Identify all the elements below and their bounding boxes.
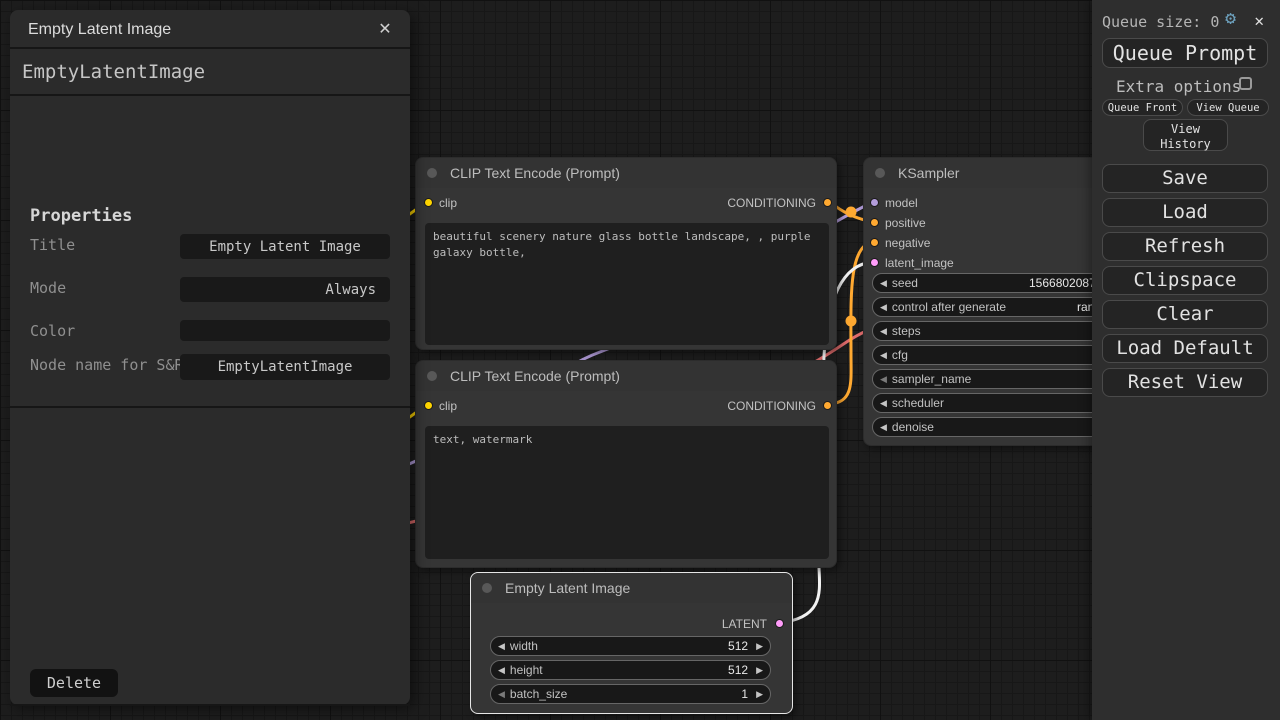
clip-input-label: clip	[439, 399, 457, 413]
increment-icon[interactable]: ▶	[756, 642, 763, 651]
mode-field-label: Mode	[30, 278, 185, 299]
widget-label: cfg	[892, 348, 908, 362]
link-dot-negative[interactable]	[846, 316, 857, 327]
color-field-label: Color	[30, 321, 185, 342]
decrement-icon[interactable]: ◀	[880, 375, 887, 384]
negative-input-port[interactable]	[870, 238, 879, 247]
decrement-icon[interactable]: ◀	[880, 351, 887, 360]
node-titlebar[interactable]: Empty Latent Image	[471, 573, 792, 603]
decrement-icon[interactable]: ◀	[498, 642, 505, 651]
queue-front-button[interactable]: Queue Front	[1102, 99, 1183, 116]
decrement-icon[interactable]: ◀	[880, 327, 887, 336]
widget-label: scheduler	[892, 396, 944, 410]
widget-value: 1566802087	[1029, 276, 1096, 290]
node-title: KSampler	[898, 165, 959, 181]
node-empty-latent-image[interactable]: Empty Latent Image LATENT ◀ width 512 ▶ …	[470, 572, 793, 714]
mode-field[interactable]: Always	[180, 277, 390, 302]
collapse-dot-icon[interactable]	[482, 583, 492, 593]
close-icon[interactable]: ✕	[372, 10, 398, 49]
snr-field-label: Node name for S&R	[30, 355, 185, 376]
widget-value: 512	[728, 639, 748, 653]
snr-field[interactable]: EmptyLatentImage	[180, 354, 390, 380]
view-history-button[interactable]: View History	[1143, 119, 1228, 151]
prompt-textarea[interactable]: text, watermark	[425, 426, 829, 559]
decrement-icon[interactable]: ◀	[880, 279, 887, 288]
decrement-icon[interactable]: ◀	[498, 690, 505, 699]
panel-title: Empty Latent Image	[28, 21, 171, 38]
latent-image-input-label: latent_image	[885, 256, 954, 270]
decrement-icon[interactable]: ◀	[880, 423, 887, 432]
conditioning-output-port[interactable]	[823, 198, 832, 207]
comfy-menu: Queue size: 0 ⚙ ✕ Queue Prompt Extra opt…	[1092, 0, 1280, 720]
widget-label: batch_size	[510, 687, 567, 701]
latent-image-input-port[interactable]	[870, 258, 879, 267]
height-widget[interactable]: ◀ height 512 ▶	[490, 660, 771, 680]
queue-size-label: Queue size: 0	[1102, 13, 1219, 31]
decrement-icon[interactable]: ◀	[880, 303, 887, 312]
prompt-textarea[interactable]: beautiful scenery nature glass bottle la…	[425, 223, 829, 345]
conditioning-output-label: CONDITIONING	[727, 196, 816, 210]
divider	[10, 704, 410, 706]
load-default-button[interactable]: Load Default	[1102, 334, 1268, 363]
delete-button[interactable]: Delete	[30, 669, 118, 697]
node-titlebar[interactable]: CLIP Text Encode (Prompt)	[416, 158, 836, 188]
widget-label: width	[510, 639, 538, 653]
node-clip-text-encode-positive[interactable]: CLIP Text Encode (Prompt) clip CONDITION…	[415, 157, 837, 350]
extra-options-checkbox[interactable]	[1239, 77, 1252, 90]
positive-input-label: positive	[885, 216, 926, 230]
negative-input-label: negative	[885, 236, 930, 250]
node-title: CLIP Text Encode (Prompt)	[450, 368, 620, 384]
extra-options-label: Extra options	[1116, 77, 1241, 96]
increment-icon[interactable]: ▶	[756, 666, 763, 675]
node-titlebar[interactable]: CLIP Text Encode (Prompt)	[416, 361, 836, 391]
node-type-name: EmptyLatentImage	[10, 49, 410, 96]
node-properties-panel: Empty Latent Image ✕ EmptyLatentImage Pr…	[10, 10, 410, 705]
clip-input-label: clip	[439, 196, 457, 210]
link-dot-positive[interactable]	[846, 207, 857, 218]
divider	[10, 406, 410, 408]
clip-input-port[interactable]	[424, 198, 433, 207]
widget-label: height	[510, 663, 543, 677]
batch-size-widget[interactable]: ◀ batch_size 1 ▶	[490, 684, 771, 704]
widget-label: denoise	[892, 420, 934, 434]
clear-button[interactable]: Clear	[1102, 300, 1268, 329]
node-title: Empty Latent Image	[505, 580, 630, 596]
title-field-label: Title	[30, 235, 185, 256]
collapse-dot-icon[interactable]	[427, 371, 437, 381]
widget-label: seed	[892, 276, 918, 290]
widget-value: 1	[741, 687, 748, 701]
node-title: CLIP Text Encode (Prompt)	[450, 165, 620, 181]
properties-heading: Properties	[30, 206, 132, 226]
node-clip-text-encode-negative[interactable]: CLIP Text Encode (Prompt) clip CONDITION…	[415, 360, 837, 568]
conditioning-output-label: CONDITIONING	[727, 399, 816, 413]
load-button[interactable]: Load	[1102, 198, 1268, 227]
model-input-label: model	[885, 196, 918, 210]
widget-label: steps	[892, 324, 921, 338]
widget-label: control after generate	[892, 300, 1006, 314]
positive-input-port[interactable]	[870, 218, 879, 227]
title-field[interactable]: Empty Latent Image	[180, 234, 390, 259]
close-icon[interactable]: ✕	[1254, 11, 1264, 30]
queue-prompt-button[interactable]: Queue Prompt	[1102, 38, 1268, 68]
conditioning-output-port[interactable]	[823, 401, 832, 410]
clip-input-port[interactable]	[424, 401, 433, 410]
latent-output-port[interactable]	[775, 619, 784, 628]
save-button[interactable]: Save	[1102, 164, 1268, 193]
latent-output-label: LATENT	[722, 617, 767, 631]
collapse-dot-icon[interactable]	[427, 168, 437, 178]
width-widget[interactable]: ◀ width 512 ▶	[490, 636, 771, 656]
reset-view-button[interactable]: Reset View	[1102, 368, 1268, 397]
decrement-icon[interactable]: ◀	[880, 399, 887, 408]
settings-gear-icon[interactable]: ⚙	[1225, 10, 1236, 28]
clipspace-button[interactable]: Clipspace	[1102, 266, 1268, 295]
widget-label: sampler_name	[892, 372, 971, 386]
view-queue-button[interactable]: View Queue	[1187, 99, 1269, 116]
collapse-dot-icon[interactable]	[875, 168, 885, 178]
increment-icon[interactable]: ▶	[756, 690, 763, 699]
model-input-port[interactable]	[870, 198, 879, 207]
refresh-button[interactable]: Refresh	[1102, 232, 1268, 261]
decrement-icon[interactable]: ◀	[498, 666, 505, 675]
widget-value: 512	[728, 663, 748, 677]
color-field[interactable]	[180, 320, 390, 341]
